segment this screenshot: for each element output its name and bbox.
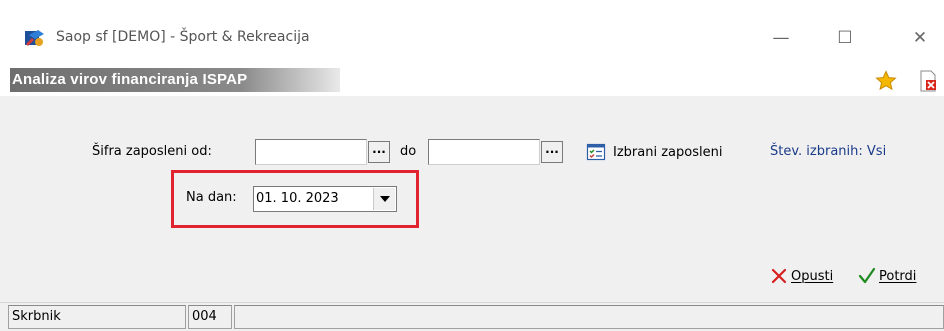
window-title: Saop sf [DEMO] - Šport & Rekreacija [56,29,310,45]
form-header: Analiza virov financiranja ISPAP [0,66,944,96]
star-icon[interactable] [875,70,897,92]
date-value: 01. 10. 2023 [256,191,339,206]
close-document-icon[interactable] [918,70,938,92]
cancel-x-icon [771,268,787,284]
checklist-icon [586,143,606,161]
checkmark-icon [858,267,876,284]
minimize-icon: — [772,28,790,48]
confirm-button[interactable]: Potrdi [858,264,916,288]
close-button[interactable]: ✕ [905,26,935,50]
app-logo-icon [25,30,44,46]
form-title: Analiza virov financiranja ISPAP [10,68,340,92]
date-picker[interactable]: 01. 10. 2023 [253,186,397,212]
employee-to-input[interactable] [428,139,540,165]
employee-from-input[interactable] [255,139,367,165]
close-icon: ✕ [912,28,928,48]
maximize-button[interactable]: ☐ [830,26,860,50]
status-code-cell: 004 [188,305,232,329]
to-label: do [400,144,417,159]
employee-to-lookup-button[interactable]: ... [541,141,563,163]
app-window: Saop sf [DEMO] - Šport & Rekreacija — ☐ … [0,0,944,331]
selected-employees-label: Izbrani zaposleni [613,144,723,160]
status-bar: Skrbnik 004 [0,302,944,331]
cancel-label: Opusti [791,268,834,284]
date-dropdown-button[interactable] [373,188,395,210]
title-bar: Saop sf [DEMO] - Šport & Rekreacija — ☐ … [0,0,944,66]
employee-from-label: Šifra zaposleni od: [92,144,212,159]
confirm-label: Potrdi [879,268,917,284]
minimize-button[interactable]: — [766,26,796,50]
selected-count-label: Štev. izbranih: Vsi [770,144,887,159]
cancel-button[interactable]: Opusti [770,264,833,288]
selected-employees-button[interactable]: Izbrani zaposleni [586,142,722,162]
chevron-down-icon [379,196,390,202]
form-content: Šifra zaposleni od: ... do ... Izbrani z… [10,96,944,296]
status-user-cell: Skrbnik [8,305,186,329]
employee-from-lookup-button[interactable]: ... [368,141,390,163]
status-info-cell [234,305,944,329]
date-label: Na dan: [186,190,237,205]
maximize-icon: ☐ [837,28,853,48]
